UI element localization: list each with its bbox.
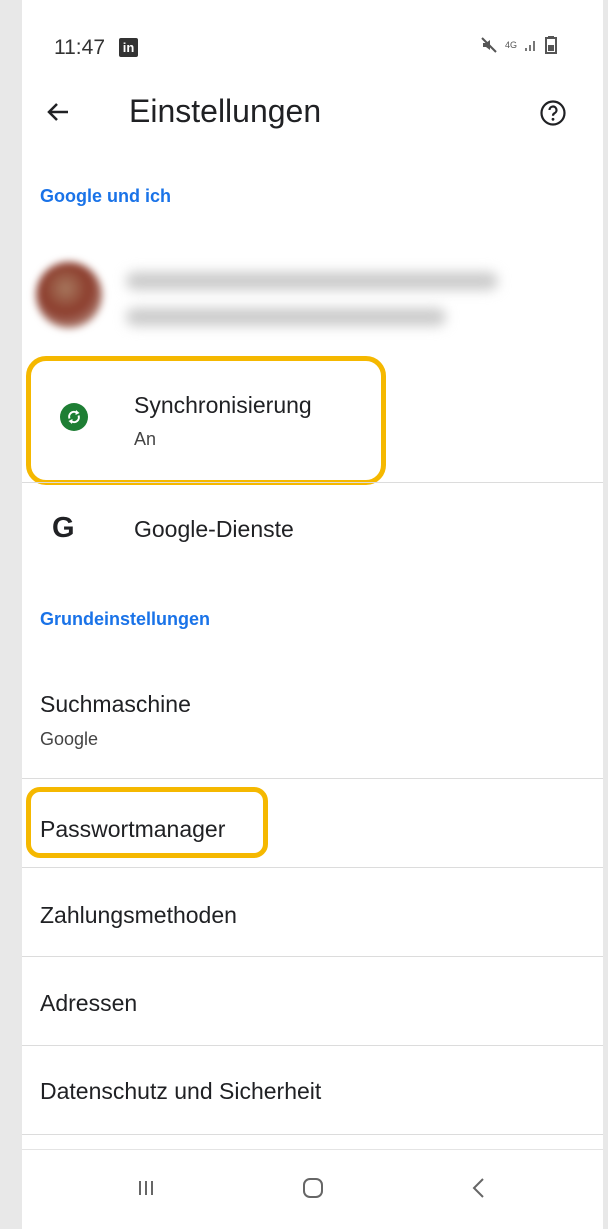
status-time: 11:47	[54, 36, 105, 59]
divider	[22, 482, 603, 483]
recents-button[interactable]	[122, 1168, 170, 1212]
system-back-button[interactable]	[455, 1168, 503, 1212]
home-button[interactable]	[289, 1168, 337, 1212]
help-circle-icon	[539, 99, 567, 132]
payment-methods-item[interactable]: Zahlungsmethoden	[22, 868, 603, 956]
google-services-title: Google-Dienste	[134, 516, 294, 542]
linkedin-icon: in	[119, 38, 138, 57]
page-title: Einstellungen	[129, 93, 322, 129]
app-bar: Einstellungen	[22, 80, 603, 150]
google-services-item[interactable]: G Google-Dienste	[22, 488, 603, 574]
avatar	[36, 262, 102, 328]
account-email-redacted	[126, 308, 446, 326]
account-row[interactable]	[22, 240, 603, 340]
status-icons: 4G	[480, 36, 557, 54]
phone-screen: 11:47 in 4G Einstellungen Google und ich…	[22, 0, 603, 1229]
sync-status: An	[134, 429, 157, 449]
divider	[22, 1134, 603, 1135]
help-button[interactable]	[533, 95, 573, 135]
mute-icon	[480, 36, 498, 54]
arrow-left-icon	[45, 99, 71, 130]
privacy-security-title: Datenschutz und Sicherheit	[40, 1078, 322, 1104]
back-button[interactable]	[36, 92, 80, 136]
addresses-item[interactable]: Adressen	[22, 957, 603, 1045]
privacy-security-item[interactable]: Datenschutz und Sicherheit	[22, 1046, 603, 1134]
search-engine-value: Google	[40, 729, 99, 749]
sync-icon	[60, 403, 88, 431]
search-engine-title: Suchmaschine	[40, 691, 191, 717]
network-type-label: 4G	[504, 39, 517, 50]
chevron-left-icon	[469, 1176, 489, 1205]
password-manager-title: Passwortmanager	[40, 816, 226, 842]
system-nav-bar	[22, 1149, 603, 1229]
payment-methods-title: Zahlungsmethoden	[40, 902, 237, 928]
search-engine-item[interactable]: Suchmaschine Google	[22, 670, 603, 778]
account-name-redacted	[126, 272, 498, 290]
google-g-icon: G	[52, 512, 75, 544]
battery-icon	[545, 36, 557, 54]
addresses-title: Adressen	[40, 990, 138, 1016]
recents-icon	[136, 1178, 156, 1203]
sync-title: Synchronisierung	[134, 392, 312, 418]
home-icon	[301, 1176, 325, 1205]
password-manager-item[interactable]: Passwortmanager	[22, 779, 603, 867]
section-header-grundeinstellungen: Grundeinstellungen	[40, 609, 211, 629]
status-bar: 11:47 in 4G	[22, 0, 603, 92]
sync-item[interactable]: Synchronisierung An	[22, 356, 603, 482]
section-header-google-und-ich: Google und ich	[40, 186, 171, 206]
signal-icon	[524, 38, 538, 52]
